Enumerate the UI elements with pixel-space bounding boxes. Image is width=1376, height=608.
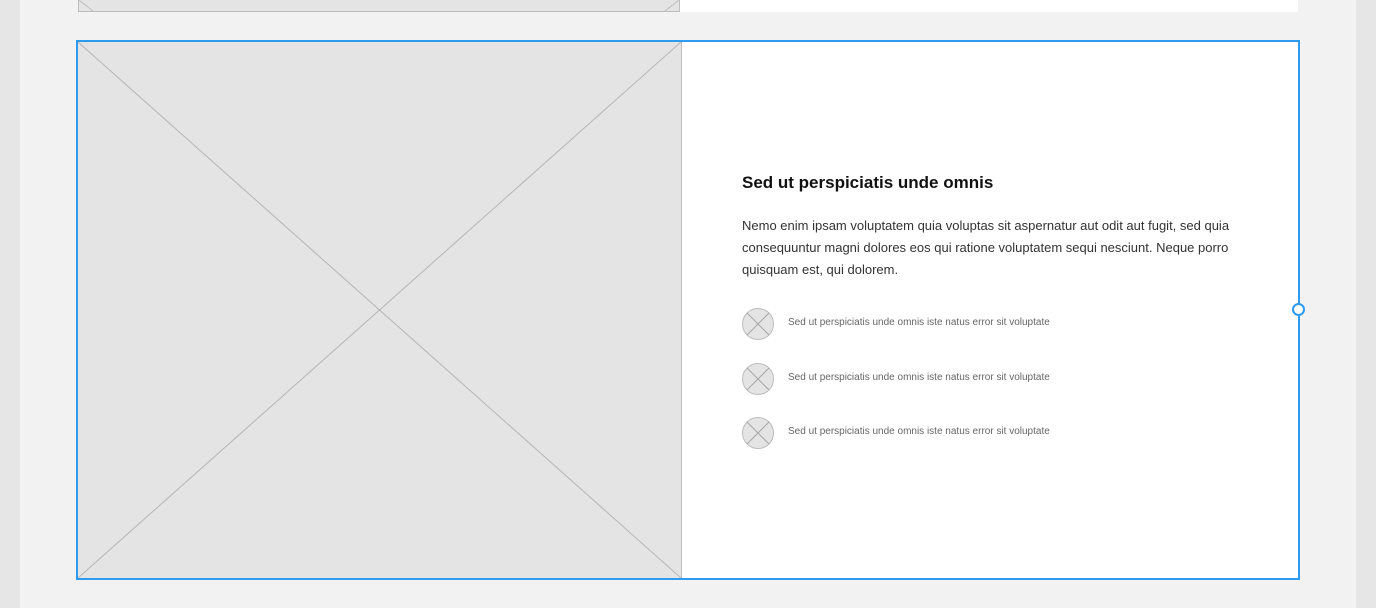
feature-item[interactable]: Sed ut perspiciatis unde omnis iste natu… — [742, 417, 1242, 449]
image-placeholder-icon — [742, 308, 774, 340]
selected-section[interactable]: Sed ut perspiciatis unde omnis Nemo enim… — [76, 40, 1300, 580]
feature-item[interactable]: Sed ut perspiciatis unde omnis iste natu… — [742, 308, 1242, 340]
feature-list: Sed ut perspiciatis unde omnis iste natu… — [742, 308, 1242, 472]
feature-label[interactable]: Sed ut perspiciatis unde omnis iste natu… — [788, 372, 1050, 383]
resize-handle[interactable] — [1292, 303, 1305, 316]
section-heading[interactable]: Sed ut perspiciatis unde omnis — [742, 173, 993, 193]
section-content: Sed ut perspiciatis unde omnis Nemo enim… — [742, 42, 1242, 578]
image-placeholder[interactable] — [78, 42, 682, 578]
feature-item[interactable]: Sed ut perspiciatis unde omnis iste natu… — [742, 362, 1242, 395]
feature-label[interactable]: Sed ut perspiciatis unde omnis iste natu… — [788, 317, 1050, 328]
section-body-text[interactable]: Nemo enim ipsam voluptatem quia voluptas… — [742, 215, 1242, 281]
image-placeholder-icon — [742, 362, 774, 395]
previous-image-placeholder[interactable] — [78, 0, 680, 12]
image-placeholder-icon — [742, 417, 774, 449]
feature-label[interactable]: Sed ut perspiciatis unde omnis iste natu… — [788, 426, 1050, 437]
